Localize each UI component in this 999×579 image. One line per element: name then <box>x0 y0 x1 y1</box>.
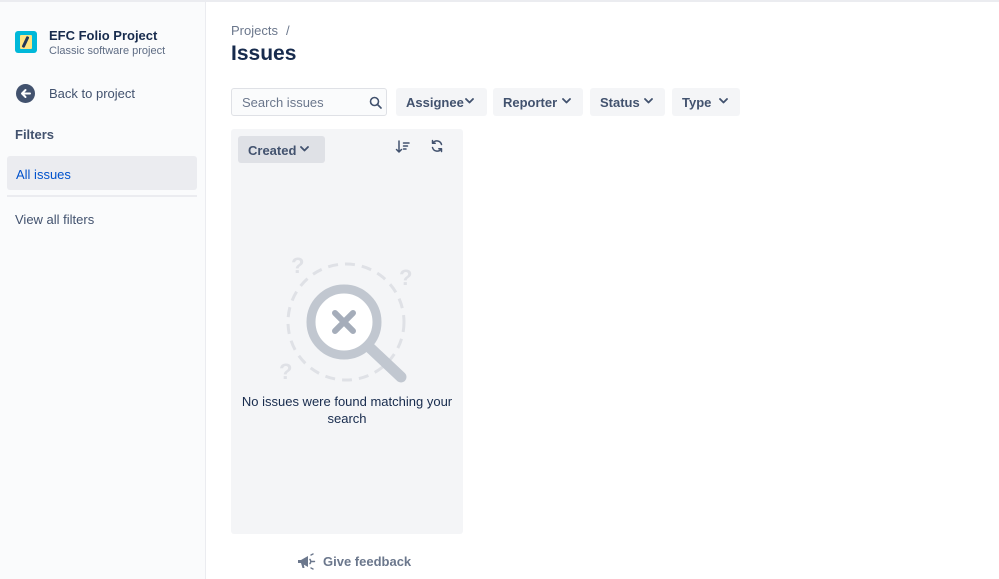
chevron-down-icon <box>562 98 571 104</box>
search-icon[interactable] <box>369 96 382 109</box>
project-name[interactable]: EFC Folio Project <box>49 28 157 43</box>
chevron-down-icon <box>465 98 474 104</box>
empty-state-message: No issues were found matching your searc… <box>241 394 453 426</box>
give-feedback-label: Give feedback <box>323 554 412 569</box>
back-to-project-link[interactable]: Back to project <box>16 83 196 105</box>
project-avatar-icon[interactable] <box>15 31 37 53</box>
issue-list-panel: Created ? ? ? No issues were found match… <box>231 129 463 534</box>
filters-heading: Filters <box>15 127 55 142</box>
type-filter-button[interactable]: Type <box>672 88 740 116</box>
view-all-filters-link[interactable]: View all filters <box>15 212 94 227</box>
sidebar-item-label: All issues <box>16 167 71 182</box>
project-type: Classic software project <box>49 45 166 57</box>
back-to-project-label: Back to project <box>49 86 135 101</box>
arrow-left-icon <box>16 84 35 103</box>
chevron-down-icon <box>644 98 653 104</box>
type-filter-label: Type <box>682 95 712 110</box>
status-filter-label: Status <box>600 95 640 110</box>
search-field[interactable] <box>231 88 387 116</box>
svg-text:?: ? <box>399 265 412 290</box>
assignee-filter-button[interactable]: Assignee <box>396 88 487 116</box>
search-input[interactable] <box>242 94 360 110</box>
sort-by-label: Created <box>248 143 297 158</box>
sidebar-divider <box>7 195 197 197</box>
sidebar-item-all-issues[interactable]: All issues <box>7 156 197 190</box>
sort-by-button[interactable]: Created <box>238 136 325 163</box>
sort-order-icon[interactable] <box>395 139 415 159</box>
status-filter-button[interactable]: Status <box>590 88 665 116</box>
reporter-filter-button[interactable]: Reporter <box>493 88 583 116</box>
breadcrumb-projects-link[interactable]: Projects <box>231 23 278 38</box>
page-title: Issues <box>231 42 297 65</box>
chevron-down-icon <box>719 98 728 104</box>
megaphone-icon <box>298 553 316 570</box>
breadcrumb: Projects / <box>231 23 290 38</box>
sidebar: EFC Folio Project Classic software proje… <box>0 2 206 579</box>
reporter-filter-label: Reporter <box>503 95 558 110</box>
svg-text:?: ? <box>291 255 304 278</box>
refresh-icon[interactable] <box>430 139 450 159</box>
breadcrumb-separator: / <box>285 23 290 38</box>
no-results-magnifier-icon: ? ? ? <box>279 255 412 384</box>
svg-text:?: ? <box>279 359 292 384</box>
assignee-filter-label: Assignee <box>406 95 464 110</box>
chevron-down-icon <box>300 146 309 152</box>
